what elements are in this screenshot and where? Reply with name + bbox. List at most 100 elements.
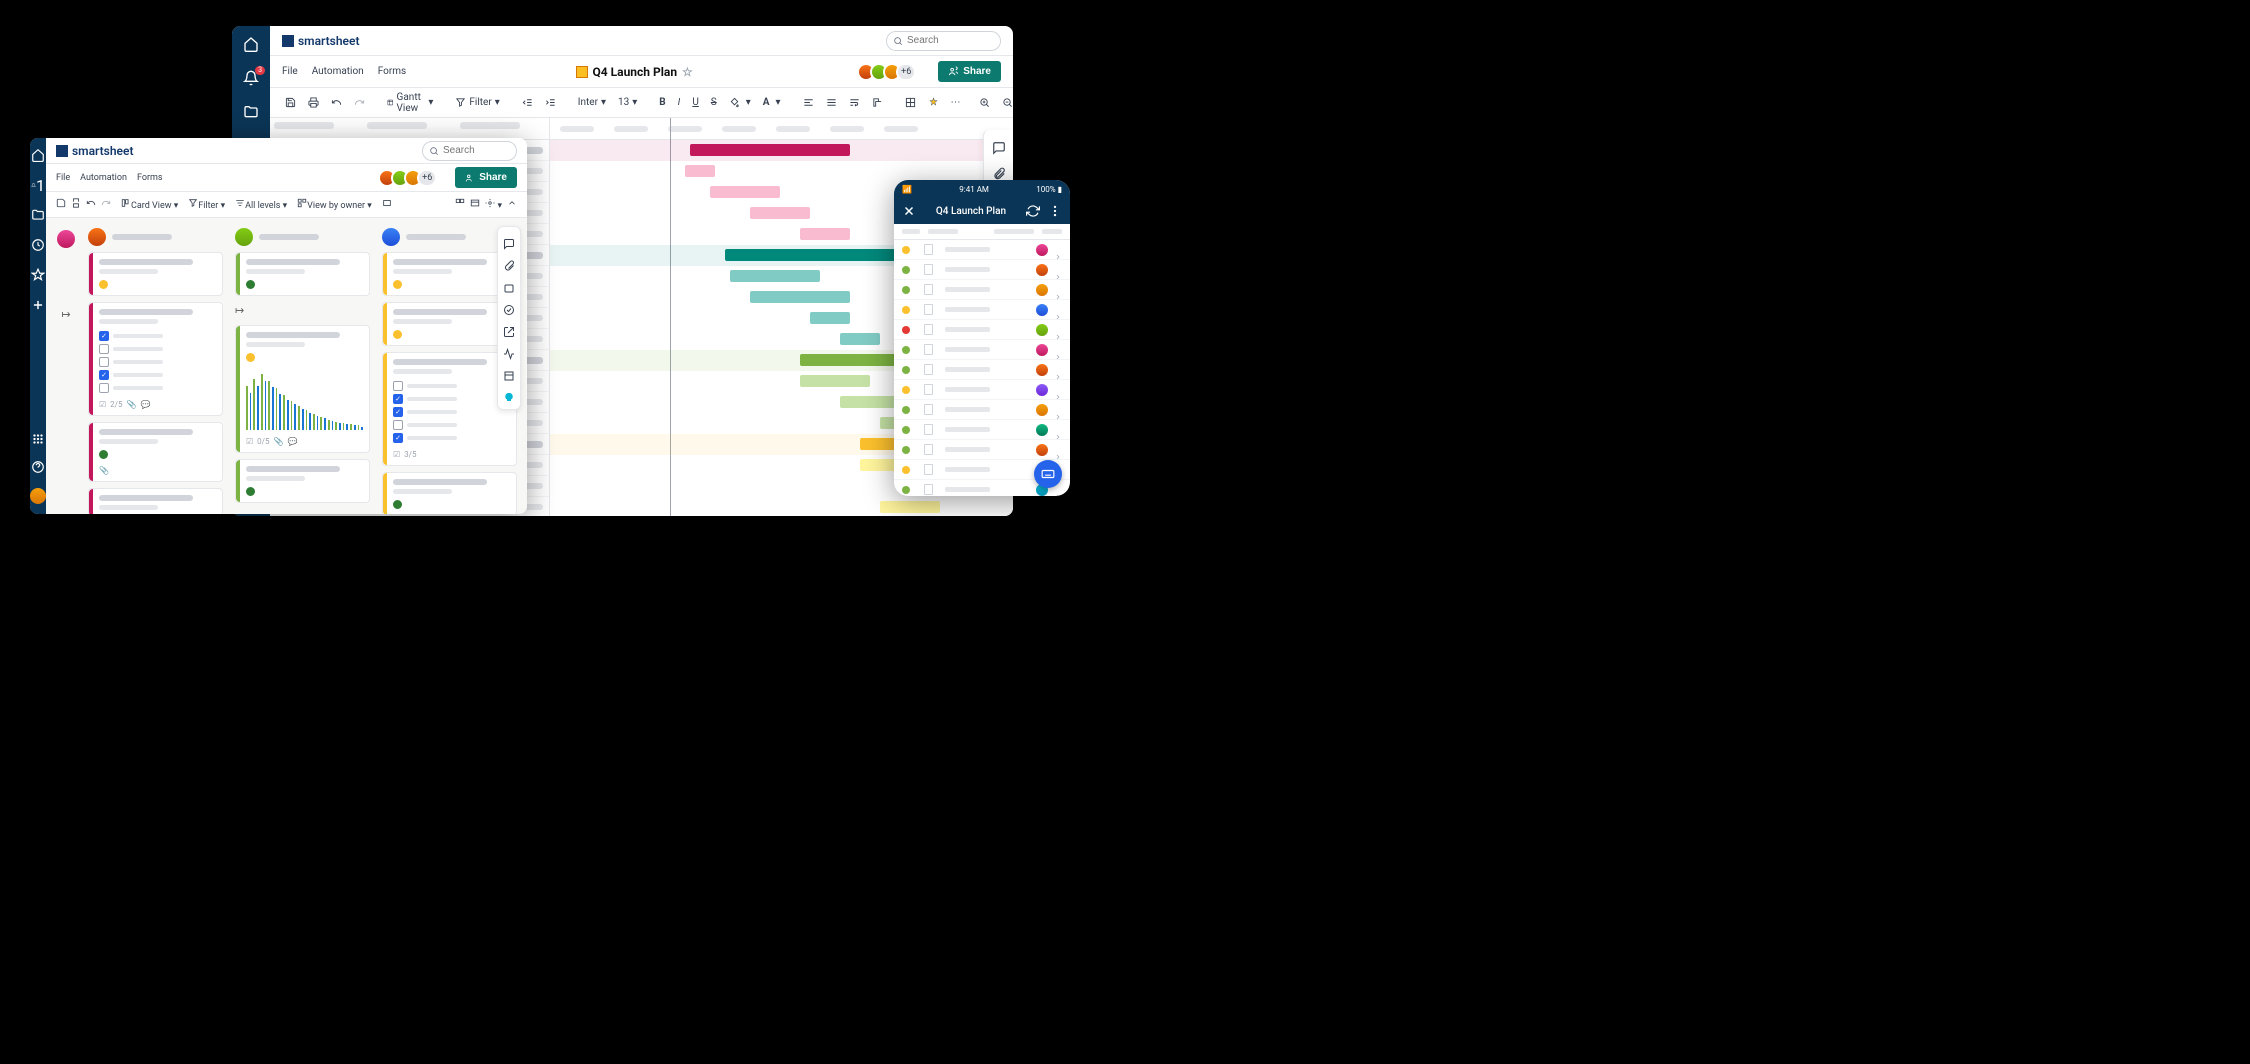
activity-icon[interactable] bbox=[503, 345, 515, 357]
folder-icon[interactable] bbox=[31, 208, 45, 222]
strike-icon[interactable]: S bbox=[708, 95, 720, 110]
publish-icon[interactable] bbox=[503, 323, 515, 335]
gantt-bar[interactable] bbox=[750, 207, 810, 219]
list-item[interactable] bbox=[894, 400, 1070, 420]
star-icon[interactable]: ☆ bbox=[682, 65, 693, 79]
text-color-icon[interactable]: A ▾ bbox=[760, 95, 784, 110]
list-item[interactable] bbox=[894, 380, 1070, 400]
user-avatar[interactable] bbox=[30, 488, 46, 504]
save-icon[interactable] bbox=[282, 95, 299, 110]
checkbox[interactable]: ✓ bbox=[99, 370, 109, 380]
list-item[interactable] bbox=[894, 420, 1070, 440]
menu-file[interactable]: File bbox=[282, 66, 298, 77]
gantt-bar[interactable] bbox=[690, 144, 850, 156]
fields-icon[interactable] bbox=[470, 198, 480, 211]
help-icon[interactable] bbox=[31, 460, 45, 474]
align-left-icon[interactable] bbox=[800, 95, 817, 110]
redo-icon[interactable] bbox=[351, 95, 368, 110]
redo-icon[interactable] bbox=[101, 198, 111, 211]
zoom-out-icon[interactable] bbox=[999, 95, 1013, 110]
print-icon[interactable] bbox=[305, 95, 322, 110]
underline-icon[interactable]: U bbox=[689, 95, 701, 110]
expand-icon[interactable]: ↦ bbox=[61, 308, 70, 321]
attachments-icon[interactable] bbox=[503, 257, 515, 269]
gantt-bar[interactable] bbox=[840, 396, 900, 408]
compact-icon[interactable] bbox=[382, 198, 392, 211]
print-icon[interactable] bbox=[71, 198, 81, 211]
card-item[interactable] bbox=[88, 252, 223, 296]
gantt-bar[interactable] bbox=[685, 165, 715, 177]
gantt-bar[interactable] bbox=[730, 270, 820, 282]
checkbox[interactable] bbox=[393, 381, 403, 391]
gantt-bar[interactable] bbox=[710, 186, 780, 198]
zoom-in-icon[interactable] bbox=[976, 95, 993, 110]
borders-icon[interactable] bbox=[902, 95, 919, 110]
viewby-select[interactable]: View by owner ▾ bbox=[297, 198, 372, 211]
collapse-icon[interactable] bbox=[507, 198, 517, 211]
list-item[interactable] bbox=[894, 240, 1070, 260]
menu-automation[interactable]: Automation bbox=[312, 66, 364, 77]
gantt-bar[interactable] bbox=[880, 501, 940, 513]
keyboard-fab[interactable] bbox=[1034, 460, 1062, 488]
card-lanes[interactable]: ↦ ✓ ✓ ☑2/5📎💬 📎 bbox=[46, 218, 527, 514]
levels-select[interactable]: All levels ▾ bbox=[235, 198, 287, 211]
search-input[interactable] bbox=[422, 141, 517, 161]
gear-icon[interactable]: ▾ bbox=[485, 198, 502, 211]
comments-icon[interactable] bbox=[992, 140, 1006, 154]
checkbox[interactable] bbox=[99, 383, 109, 393]
card-item[interactable]: ☑0/5📎💬 bbox=[235, 325, 370, 453]
card-item[interactable]: 📎 bbox=[88, 422, 223, 482]
apps-icon[interactable] bbox=[31, 432, 45, 446]
more-avatars[interactable]: +6 bbox=[896, 63, 916, 81]
gantt-bar[interactable] bbox=[800, 228, 850, 240]
folder-icon[interactable] bbox=[243, 104, 259, 120]
gantt-bar[interactable] bbox=[840, 333, 880, 345]
outdent-icon[interactable] bbox=[519, 95, 536, 110]
fill-color-icon[interactable]: ▾ bbox=[726, 95, 754, 110]
undo-icon[interactable] bbox=[328, 95, 345, 110]
attachments-icon[interactable] bbox=[992, 166, 1006, 180]
list-item[interactable] bbox=[894, 360, 1070, 380]
highlight-icon[interactable] bbox=[925, 95, 942, 110]
align-vertical-icon[interactable] bbox=[823, 95, 840, 110]
checkbox[interactable]: ✓ bbox=[99, 331, 109, 341]
menu-forms[interactable]: Forms bbox=[378, 66, 406, 77]
collaborator-avatars[interactable]: +6 bbox=[383, 169, 437, 187]
more-icon[interactable]: ⋯ bbox=[948, 95, 964, 110]
search-input[interactable] bbox=[886, 31, 1001, 51]
checkbox[interactable]: ✓ bbox=[393, 407, 403, 417]
gantt-bar[interactable] bbox=[750, 291, 850, 303]
requests-icon[interactable] bbox=[503, 301, 515, 313]
filter-button[interactable]: Filter ▾ bbox=[452, 95, 502, 110]
more-vertical-icon[interactable] bbox=[1048, 204, 1062, 218]
undo-icon[interactable] bbox=[86, 198, 96, 211]
checkbox[interactable] bbox=[393, 420, 403, 430]
summary-icon[interactable] bbox=[503, 367, 515, 379]
more-avatars[interactable]: +6 bbox=[417, 169, 437, 187]
card-item[interactable] bbox=[235, 459, 370, 503]
gantt-bar[interactable] bbox=[810, 312, 850, 324]
font-family-select[interactable]: Inter ▾ bbox=[575, 95, 609, 110]
menu-forms[interactable]: Forms bbox=[137, 173, 163, 183]
card-layout-icon[interactable] bbox=[455, 198, 465, 211]
gantt-bar[interactable] bbox=[800, 375, 870, 387]
list-item[interactable] bbox=[894, 280, 1070, 300]
save-icon[interactable] bbox=[56, 198, 66, 211]
comments-icon[interactable] bbox=[503, 235, 515, 247]
proofs-icon[interactable] bbox=[503, 279, 515, 291]
view-switcher[interactable]: Gantt View ▾ bbox=[384, 90, 436, 116]
list-item[interactable] bbox=[894, 340, 1070, 360]
clock-icon[interactable] bbox=[31, 238, 45, 252]
card-item[interactable] bbox=[88, 488, 223, 514]
card-item[interactable] bbox=[382, 472, 517, 514]
collaborator-avatars[interactable]: +6 bbox=[862, 63, 916, 81]
list-item[interactable] bbox=[894, 300, 1070, 320]
checkbox[interactable]: ✓ bbox=[393, 433, 403, 443]
filter-button[interactable]: Filter ▾ bbox=[188, 198, 225, 211]
card-item[interactable] bbox=[235, 252, 370, 296]
view-switcher[interactable]: Card View ▾ bbox=[121, 198, 178, 211]
share-button[interactable]: Share bbox=[455, 167, 517, 188]
font-size-select[interactable]: 13 ▾ bbox=[615, 95, 640, 110]
refresh-icon[interactable] bbox=[1026, 204, 1040, 218]
star-icon[interactable] bbox=[31, 268, 45, 282]
